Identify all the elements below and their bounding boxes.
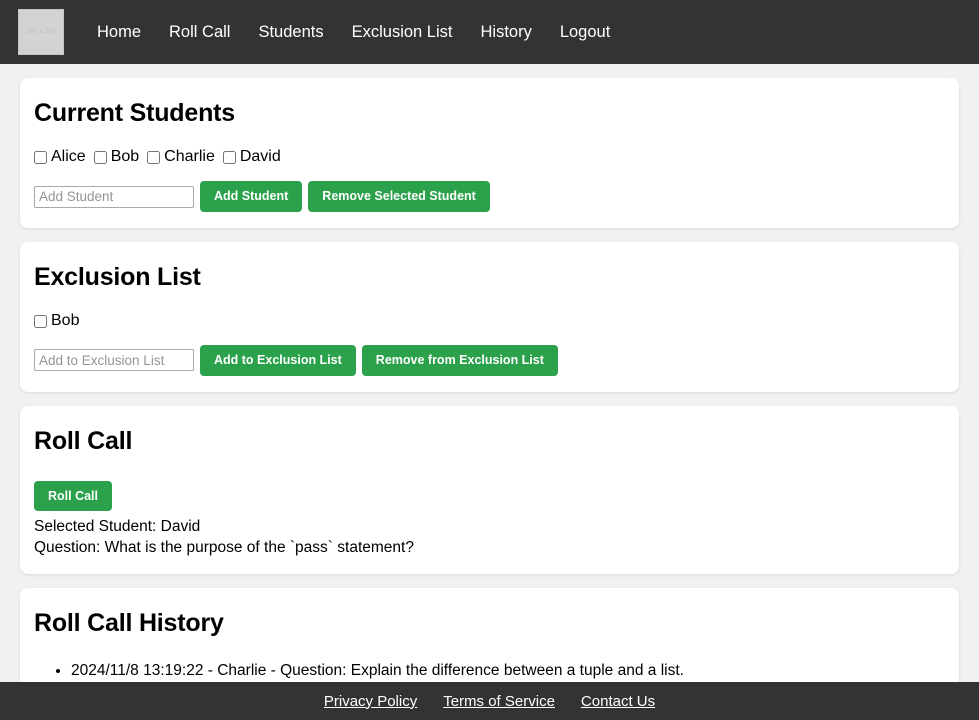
brand-logo-label: 200 x 200: [26, 29, 56, 35]
add-student-input[interactable]: [34, 185, 194, 208]
student-checkbox-alice[interactable]: [34, 150, 47, 164]
exclusion-label-bob[interactable]: Bob: [51, 313, 79, 329]
question-text: Question: What is the purpose of the `pa…: [34, 538, 414, 556]
roll-call-action-row: Roll Call: [34, 480, 945, 512]
nav-item-students[interactable]: Students: [244, 24, 337, 41]
nav-item-roll-call[interactable]: Roll Call: [155, 24, 244, 41]
navbar: 200 x 200 Home Roll Call Students Exclus…: [0, 0, 979, 64]
student-checkbox-david[interactable]: [222, 150, 236, 164]
remove-from-exclusion-list-button[interactable]: Remove from Exclusion List: [361, 345, 558, 376]
roll-call-button[interactable]: Roll Call: [34, 480, 113, 512]
exclusion-checkbox-item[interactable]: Bob: [34, 313, 79, 329]
history-list-item: 2024/11/8 13:19:22 - Charlie - Question:…: [71, 660, 945, 682]
nav-item-logout[interactable]: Logout: [546, 24, 624, 41]
add-to-exclusion-list-button[interactable]: Add to Exclusion List: [200, 345, 356, 376]
current-students-title: Current Students: [34, 99, 235, 127]
footer: Privacy Policy Terms of Service Contact …: [0, 682, 979, 720]
roll-call-result: Selected Student: David Question: What i…: [34, 517, 945, 558]
nav-item-home[interactable]: Home: [83, 24, 155, 41]
student-label-charlie[interactable]: Charlie: [164, 149, 215, 165]
footer-link-contact-us[interactable]: Contact Us: [581, 693, 655, 710]
roll-call-history-card: Roll Call History 2024/11/8 13:19:22 - C…: [20, 588, 959, 682]
student-checkbox-item[interactable]: Alice: [34, 149, 86, 165]
exclusion-list-card: Exclusion List Bob Add to Exclusion List…: [20, 241, 959, 392]
add-exclusion-form: Add to Exclusion List Remove from Exclus…: [34, 345, 945, 376]
student-label-alice[interactable]: Alice: [51, 149, 86, 165]
exclusion-checkbox-bob[interactable]: [34, 314, 47, 328]
student-checkbox-item[interactable]: David: [222, 149, 281, 165]
current-students-card: Current Students Alice Bob Charlie David…: [20, 78, 959, 228]
selected-student-text: Selected Student: David: [34, 518, 201, 536]
student-checkbox-bob[interactable]: [93, 150, 107, 164]
footer-link-terms-of-service[interactable]: Terms of Service: [443, 693, 555, 710]
student-checkbox-item[interactable]: Charlie: [147, 149, 215, 165]
student-checkbox-charlie[interactable]: [147, 150, 161, 164]
exclusion-list-title: Exclusion List: [34, 262, 201, 291]
nav-item-history[interactable]: History: [466, 24, 545, 41]
brand-logo-placeholder-icon[interactable]: 200 x 200: [18, 9, 64, 55]
add-student-form: Add Student Remove Selected Student: [34, 181, 945, 212]
students-checkbox-list: Alice Bob Charlie David: [34, 149, 945, 165]
add-student-button[interactable]: Add Student: [200, 181, 303, 212]
student-checkbox-item[interactable]: Bob: [93, 149, 139, 165]
add-exclusion-input[interactable]: [34, 349, 194, 372]
exclusion-checkbox-list: Bob: [34, 313, 945, 329]
roll-call-history-title: Roll Call History: [34, 609, 224, 638]
history-list: 2024/11/8 13:19:22 - Charlie - Question:…: [34, 660, 945, 682]
roll-call-title: Roll Call: [34, 426, 133, 455]
main-content: Current Students Alice Bob Charlie David…: [0, 64, 979, 682]
student-label-bob[interactable]: Bob: [111, 149, 139, 165]
roll-call-card: Roll Call Roll Call Selected Student: Da…: [20, 405, 959, 575]
footer-link-privacy-policy[interactable]: Privacy Policy: [324, 693, 417, 710]
student-label-david[interactable]: David: [240, 149, 281, 165]
primary-navigation: Home Roll Call Students Exclusion List H…: [83, 24, 624, 41]
nav-item-exclusion-list[interactable]: Exclusion List: [338, 24, 467, 41]
remove-selected-student-button[interactable]: Remove Selected Student: [308, 181, 490, 212]
